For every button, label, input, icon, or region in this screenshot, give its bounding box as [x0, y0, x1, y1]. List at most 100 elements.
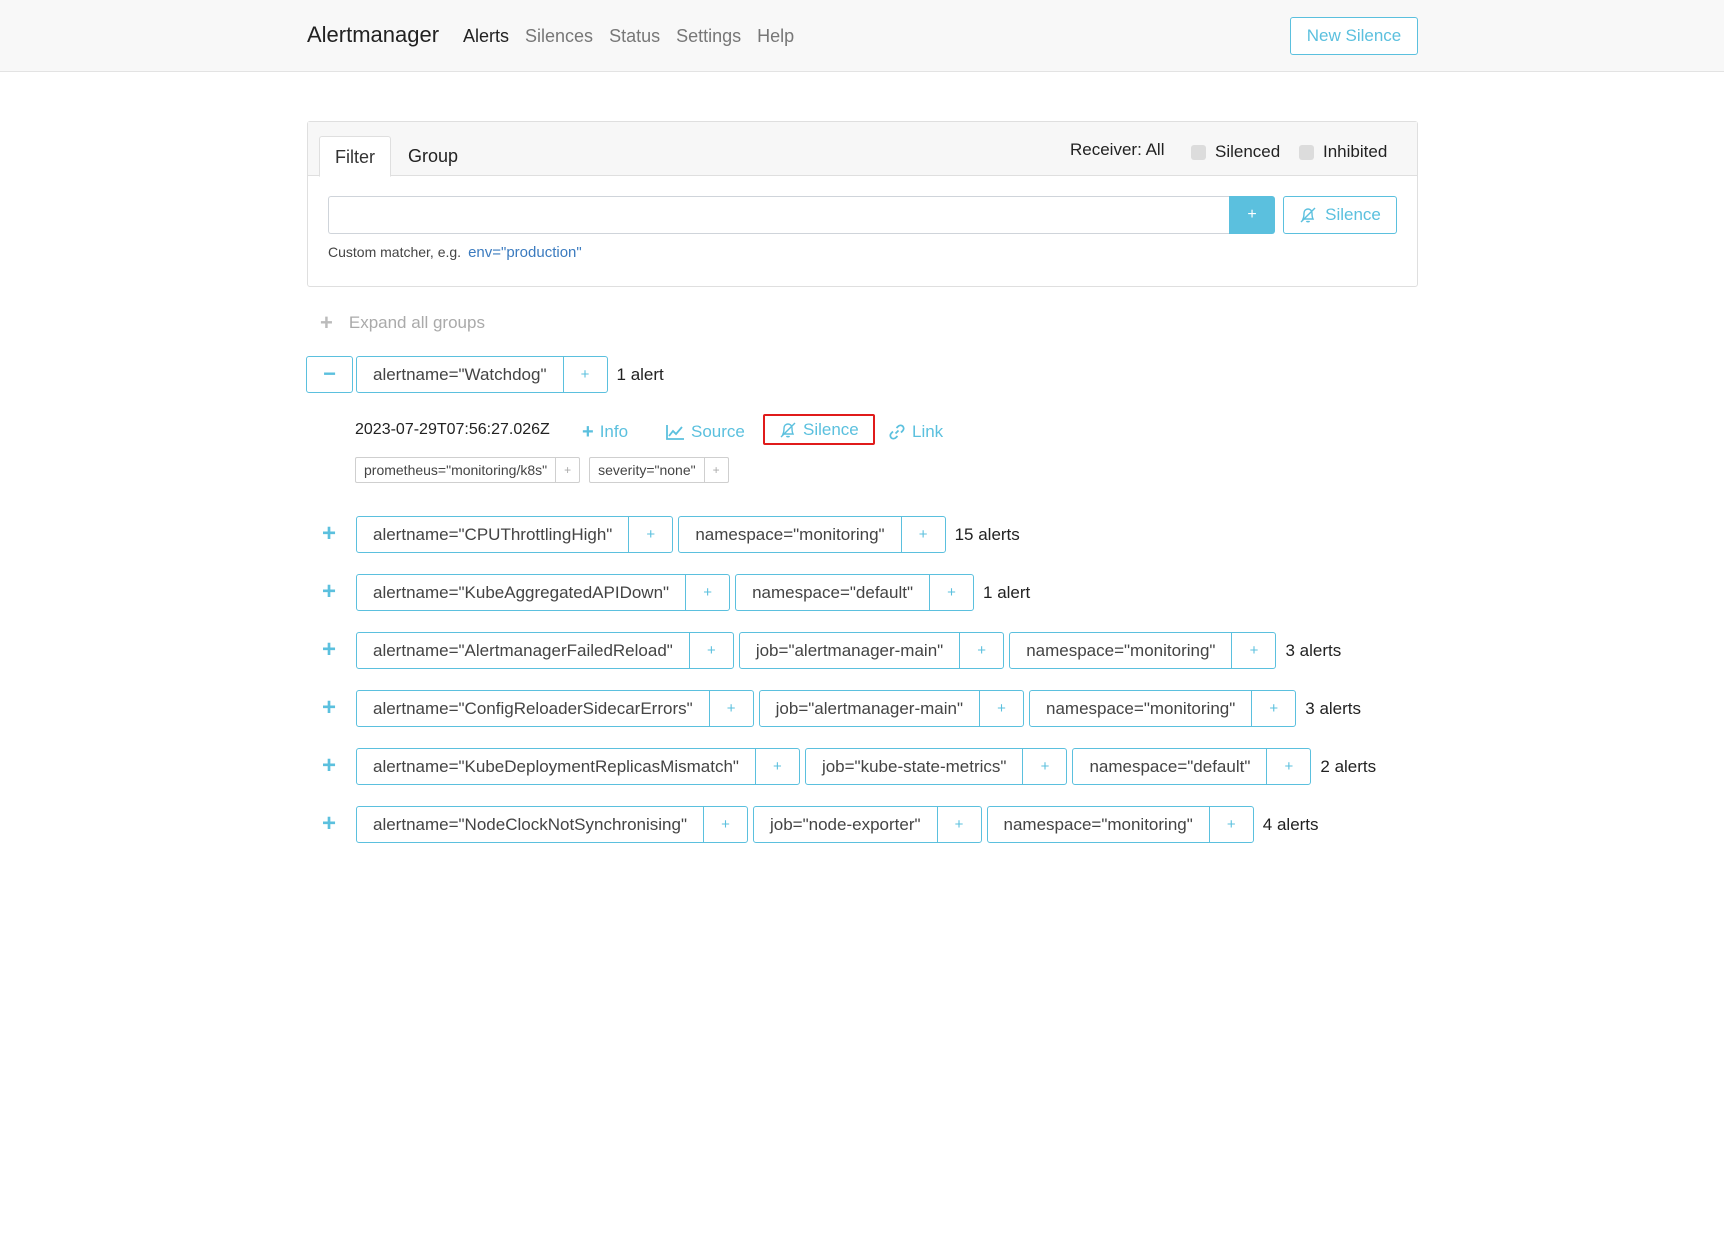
- alert-count: 1 alert: [983, 582, 1031, 602]
- add-filter-button[interactable]: +: [708, 691, 753, 726]
- add-filter-button[interactable]: +: [555, 458, 579, 482]
- group-label: job="kube-state-metrics" +: [804, 748, 1068, 785]
- group-label-text[interactable]: namespace="monitoring": [1030, 691, 1251, 726]
- expand-group-button[interactable]: +: [318, 577, 340, 607]
- alert-count: 15 alerts: [954, 524, 1020, 544]
- group-label: alertname="NodeClockNotSynchronising" +: [356, 806, 748, 843]
- group-label: namespace="default" +: [1072, 748, 1312, 785]
- alert-detail: 2023-07-29T07:56:27.026Z + Info Source S…: [355, 414, 1255, 488]
- nav-settings[interactable]: Settings: [676, 26, 741, 47]
- alert-silence-button[interactable]: Silence: [763, 414, 875, 445]
- add-matcher-button[interactable]: +: [1229, 196, 1275, 234]
- group-label-text[interactable]: namespace="monitoring": [1010, 633, 1231, 668]
- group-label-text[interactable]: alertname="CPUThrottlingHigh": [357, 517, 628, 552]
- add-filter-button[interactable]: +: [754, 749, 799, 784]
- alert-label-text[interactable]: prometheus="monitoring/k8s": [356, 458, 555, 482]
- group-labels: alertname="Watchdog" + 1 alert: [356, 356, 664, 393]
- receiver-select[interactable]: Receiver: All: [1070, 140, 1164, 160]
- info-button[interactable]: + Info: [582, 418, 628, 446]
- add-filter-button[interactable]: +: [1208, 807, 1253, 842]
- group-label-text[interactable]: job="node-exporter": [754, 807, 937, 842]
- group-label-text[interactable]: alertname="KubeDeploymentReplicasMismatc…: [357, 749, 755, 784]
- alert-silence-label: Silence: [803, 419, 859, 439]
- alert-label: prometheus="monitoring/k8s" +: [355, 457, 581, 483]
- group-label-text[interactable]: job="alertmanager-main": [760, 691, 979, 726]
- group-label: alertname="CPUThrottlingHigh" +: [356, 516, 674, 553]
- add-filter-button[interactable]: +: [562, 357, 607, 392]
- add-filter-button[interactable]: +: [702, 807, 747, 842]
- expand-group-button[interactable]: +: [318, 635, 340, 665]
- expand-all-label: Expand all groups: [348, 313, 485, 332]
- expand-group-button[interactable]: +: [318, 751, 340, 781]
- add-filter-button[interactable]: +: [900, 517, 945, 552]
- add-filter-button[interactable]: +: [703, 458, 728, 482]
- add-filter-button[interactable]: +: [936, 807, 981, 842]
- group-label-text[interactable]: alertname="NodeClockNotSynchronising": [357, 807, 703, 842]
- source-button[interactable]: Source: [665, 418, 745, 446]
- filter-card: Filter Group Receiver: All Silenced Inhi…: [307, 121, 1418, 287]
- group-label-text[interactable]: namespace="monitoring": [679, 517, 900, 552]
- nav-links: Alerts Silences Status Settings Help: [463, 26, 810, 47]
- add-filter-button[interactable]: +: [628, 517, 672, 552]
- plus-icon: +: [582, 420, 594, 443]
- add-filter-button[interactable]: +: [1251, 691, 1295, 726]
- group-label-text[interactable]: alertname="Watchdog": [357, 357, 563, 392]
- group-label-text[interactable]: namespace="monitoring": [988, 807, 1209, 842]
- bell-slash-icon: [780, 422, 796, 437]
- group-label-text[interactable]: alertname="ConfigReloaderSidecarErrors": [357, 691, 709, 726]
- group-label-text[interactable]: namespace="default": [1073, 749, 1266, 784]
- silenced-checkbox[interactable]: Silenced: [1191, 142, 1280, 162]
- expand-group-button[interactable]: +: [318, 693, 340, 723]
- group-label: alertname="KubeAggregatedAPIDown" +: [356, 574, 731, 611]
- collapse-group-button[interactable]: −: [306, 356, 353, 393]
- source-label: Source: [691, 422, 745, 441]
- tab-filter[interactable]: Filter: [319, 136, 391, 177]
- inhibited-checkbox-box[interactable]: [1299, 144, 1314, 160]
- filter-card-header: Filter Group Receiver: All Silenced Inhi…: [308, 122, 1417, 177]
- silenced-checkbox-box[interactable]: [1191, 144, 1206, 160]
- alert-label-text[interactable]: severity="none": [590, 458, 704, 482]
- inhibited-checkbox[interactable]: Inhibited: [1299, 142, 1387, 162]
- chart-line-icon: [666, 425, 684, 440]
- expand-group-button[interactable]: +: [318, 809, 340, 839]
- nav-alerts[interactable]: Alerts: [463, 26, 509, 47]
- expand-all-groups[interactable]: + Expand all groups: [320, 310, 485, 336]
- nav-help[interactable]: Help: [757, 26, 794, 47]
- group-labels: alertname="KubeAggregatedAPIDown" + name…: [356, 574, 1030, 611]
- group-labels: alertname="CPUThrottlingHigh" + namespac…: [356, 516, 1020, 553]
- group-label-text[interactable]: job="kube-state-metrics": [806, 749, 1023, 784]
- group-label: alertname="ConfigReloaderSidecarErrors" …: [356, 690, 754, 727]
- alert-group: + alertname="KubeAggregatedAPIDown" + na…: [0, 574, 1724, 611]
- add-filter-button[interactable]: +: [1266, 749, 1310, 784]
- add-filter-button[interactable]: +: [1231, 633, 1275, 668]
- add-filter-button[interactable]: +: [685, 575, 729, 610]
- alert-group: + alertname="ConfigReloaderSidecarErrors…: [0, 690, 1724, 727]
- alert-count: 2 alerts: [1320, 756, 1377, 776]
- group-label-text[interactable]: namespace="default": [736, 575, 929, 610]
- filter-input[interactable]: [328, 196, 1229, 234]
- add-filter-button[interactable]: +: [1022, 749, 1066, 784]
- add-filter-button[interactable]: +: [979, 691, 1023, 726]
- nav-status[interactable]: Status: [609, 26, 660, 47]
- tab-group[interactable]: Group: [408, 136, 458, 177]
- add-filter-button[interactable]: +: [959, 633, 1003, 668]
- matcher-hint-text: Custom matcher, e.g.: [328, 244, 462, 260]
- group-label: job="alertmanager-main" +: [738, 632, 1005, 669]
- group-label: namespace="monitoring" +: [1009, 632, 1277, 669]
- filter-silence-button[interactable]: Silence: [1283, 196, 1397, 234]
- add-filter-button[interactable]: +: [688, 633, 733, 668]
- alert-group: + alertname="CPUThrottlingHigh" + namesp…: [0, 516, 1724, 553]
- group-label-text[interactable]: job="alertmanager-main": [740, 633, 959, 668]
- add-filter-button[interactable]: +: [929, 575, 973, 610]
- matcher-hint-example: env="production": [468, 244, 582, 261]
- group-labels: alertname="ConfigReloaderSidecarErrors" …: [356, 690, 1361, 727]
- bell-slash-icon: [1300, 207, 1316, 223]
- link-button[interactable]: Link: [888, 418, 943, 446]
- group-label: alertname="KubeDeploymentReplicasMismatc…: [356, 748, 800, 785]
- nav-silences[interactable]: Silences: [525, 26, 593, 47]
- expand-group-button[interactable]: +: [318, 519, 340, 549]
- brand[interactable]: Alertmanager: [307, 22, 439, 48]
- group-label-text[interactable]: alertname="AlertmanagerFailedReload": [357, 633, 689, 668]
- group-label-text[interactable]: alertname="KubeAggregatedAPIDown": [357, 575, 685, 610]
- new-silence-button[interactable]: New Silence: [1290, 17, 1418, 55]
